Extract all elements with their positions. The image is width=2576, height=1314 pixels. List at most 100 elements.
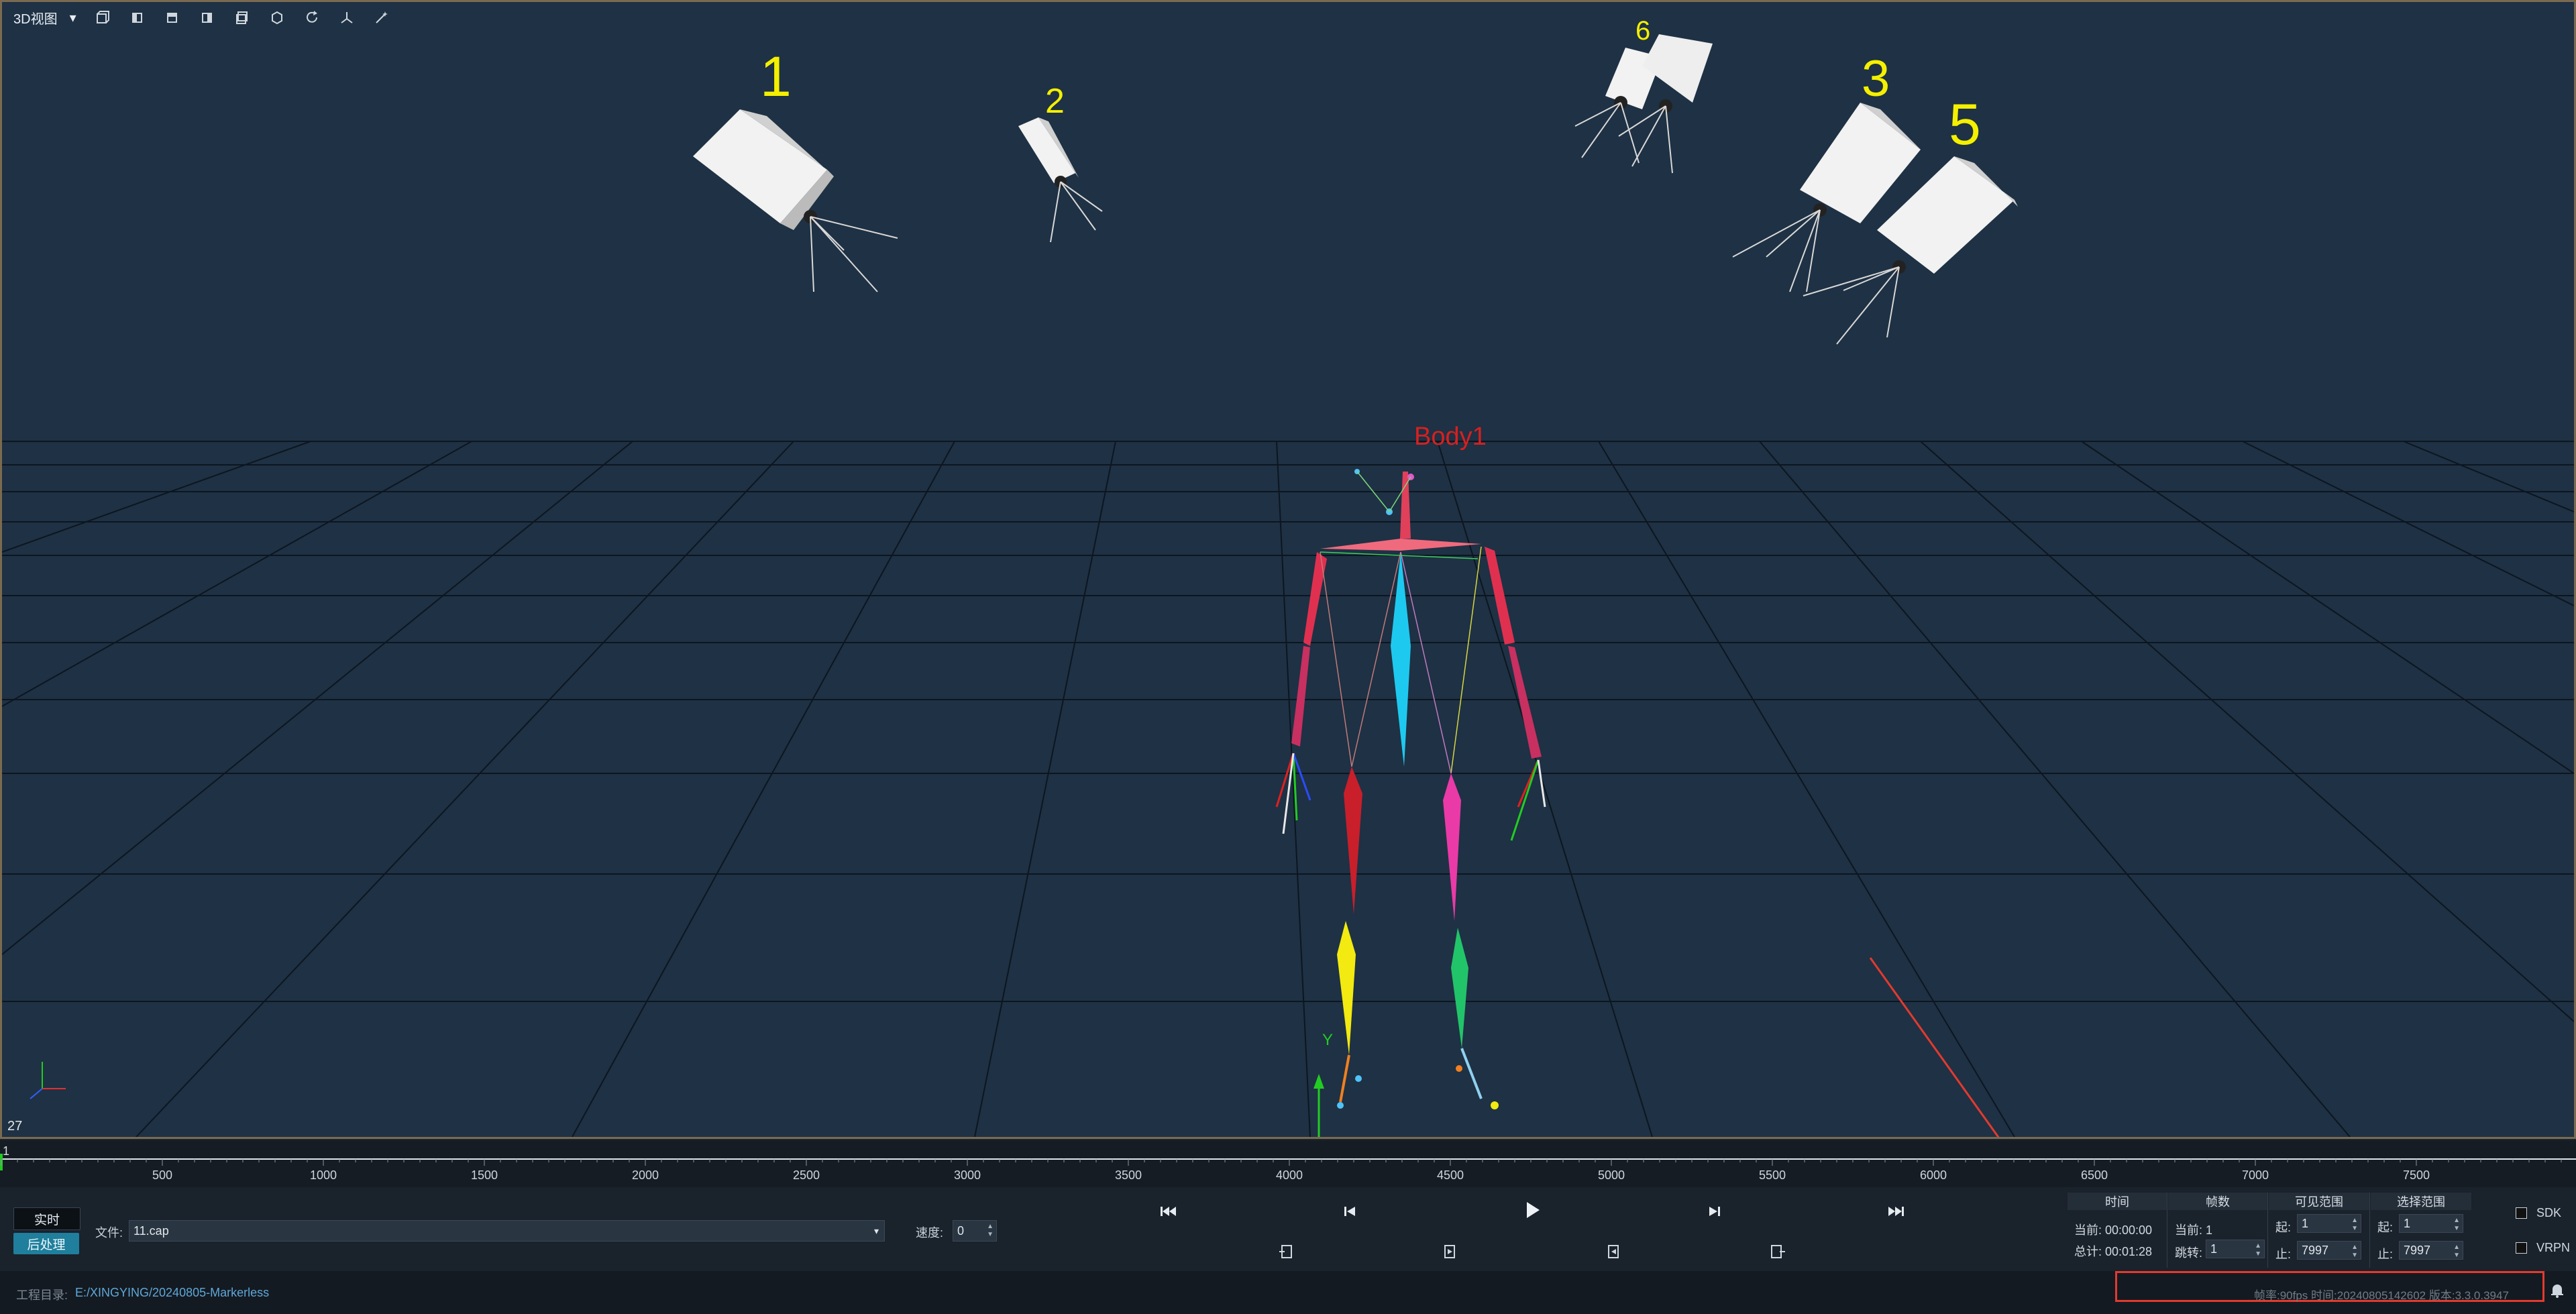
timeline-tick-label: 1500 [471, 1168, 498, 1182]
annotation-arrow [1869, 957, 2000, 1137]
view-back-button[interactable] [233, 9, 251, 26]
reset-view-button[interactable] [303, 9, 321, 26]
file-select[interactable]: 11.cap ▾ [129, 1220, 885, 1242]
view-iso-button[interactable] [268, 9, 286, 26]
camera-2[interactable]: 2 [1018, 82, 1103, 243]
view-left-button[interactable] [129, 9, 146, 26]
cube-top-icon [166, 13, 177, 23]
vrpn-checkbox[interactable]: VRPN [2516, 1241, 2570, 1255]
go-to-start-button[interactable] [1155, 1198, 1182, 1225]
timeline-tick-label: 5000 [1598, 1168, 1625, 1182]
timeline-tick-label: 500 [152, 1168, 172, 1182]
time-header: 时间 [2068, 1193, 2167, 1210]
visible-start-value: 1 [2302, 1216, 2309, 1230]
axis-y-label: Y [1322, 1031, 1333, 1049]
view-mode-select[interactable]: 3D视图 ▾ [13, 8, 76, 28]
visible-end-stepper[interactable]: 7997 ▲ ▼ [2297, 1241, 2361, 1260]
select-end-value: 7997 [2404, 1243, 2431, 1257]
marker-out-icon [1608, 1245, 1619, 1258]
3d-viewport[interactable]: 1 2 6 3 5 Body1 Y 3D视图 ▾ 27 [0, 0, 2576, 1139]
stepper-arrows-icon: ▲ ▼ [987, 1223, 994, 1238]
auto-calibrate-button[interactable] [373, 9, 390, 26]
view-right-button[interactable] [199, 9, 216, 26]
refresh-icon [306, 11, 317, 23]
play-button[interactable] [1519, 1197, 1546, 1223]
world-axis: Y [1313, 1031, 1333, 1137]
speed-stepper[interactable]: 0 ▲ ▼ [953, 1220, 997, 1242]
viewport-toolbar: 3D视图 ▾ [4, 4, 443, 31]
marker-end-icon [1771, 1245, 1785, 1258]
visible-range-header: 可见范围 [2269, 1193, 2369, 1210]
cube-front-icon [96, 11, 109, 23]
select-end-stepper[interactable]: 7997 ▲ ▼ [2399, 1241, 2463, 1260]
timeline-tick-label: 2000 [632, 1168, 659, 1182]
view-top-button[interactable] [164, 9, 181, 26]
timeline-tick-label: 3000 [954, 1168, 981, 1182]
set-end-marker-button[interactable] [1766, 1241, 1788, 1262]
set-start-marker-button[interactable] [1277, 1241, 1298, 1262]
timeline-tick-label: 5500 [1759, 1168, 1786, 1182]
speed-label: 速度: [916, 1226, 944, 1240]
select-start-label: 起: [2377, 1221, 2394, 1234]
axis-icon [341, 12, 353, 23]
project-dir-label: 工程目录: [16, 1289, 68, 1302]
step-forward-icon [1709, 1207, 1720, 1216]
view-front-button[interactable] [94, 9, 111, 26]
camera-6[interactable]: 6 [1574, 16, 1713, 174]
stepper-arrows-icon: ▲ ▼ [2351, 1217, 2358, 1232]
cube-right-icon [201, 13, 212, 23]
stepper-arrows-icon: ▲ ▼ [2453, 1244, 2460, 1259]
select-range-column: 选择范围 起: 1 ▲ ▼ 止: 7997 ▲ ▼ [2371, 1193, 2471, 1268]
timeline-tick-label: 3500 [1115, 1168, 1142, 1182]
timeline-tick-label: 7500 [2403, 1168, 2430, 1182]
visible-range-column: 可见范围 起: 1 ▲ ▼ 止: 7997 ▲ ▼ [2269, 1193, 2370, 1268]
stepper-arrows-icon: ▲ ▼ [2351, 1244, 2358, 1259]
set-out-point-button[interactable] [1603, 1241, 1625, 1262]
set-in-point-button[interactable] [1440, 1241, 1461, 1262]
select-end-label: 止: [2377, 1248, 2394, 1261]
jump-label: 跳转: [2175, 1246, 2203, 1260]
visible-start-stepper[interactable]: 1 ▲ ▼ [2297, 1214, 2361, 1233]
timeline-ruler[interactable]: 500 1000 1500 2000 2500 3000 3500 4000 4500 5000 5… [0, 1140, 2576, 1187]
corner-frame-number: 27 [7, 1119, 23, 1134]
timeline-tick-label: 1000 [310, 1168, 337, 1182]
skeleton-body1[interactable]: Body1 [1275, 423, 1546, 1109]
file-label: 文件: [95, 1226, 123, 1240]
axis-toggle-button[interactable] [338, 9, 356, 26]
previous-frame-button[interactable] [1337, 1198, 1364, 1225]
checkbox-icon [2516, 1242, 2527, 1254]
play-icon [1527, 1202, 1540, 1218]
next-frame-button[interactable] [1701, 1198, 1727, 1225]
timeline-tick-label: 7000 [2242, 1168, 2269, 1182]
camera-3[interactable]: 3 [1732, 50, 1927, 292]
chevron-down-icon: ▾ [69, 10, 76, 25]
project-dir-path[interactable]: E:/XINGYING/20240805-Markerless [75, 1286, 269, 1300]
go-to-end-button[interactable] [1882, 1198, 1909, 1225]
timeline[interactable]: 1 500 1000 1500 2000 2500 3000 3500 4000 4500 500… [0, 1140, 2576, 1187]
cube-left-icon [131, 13, 142, 23]
notification-bell-button[interactable] [2548, 1280, 2567, 1299]
camera-1[interactable]: 1 [693, 45, 898, 292]
camera-5[interactable]: 5 [1803, 93, 2018, 345]
scene-canvas[interactable]: 1 2 6 3 5 Body1 Y [2, 2, 2574, 1137]
checkbox-icon [2516, 1207, 2527, 1219]
realtime-button[interactable]: 实时 [13, 1207, 80, 1230]
sdk-checkbox[interactable]: SDK [2516, 1206, 2561, 1220]
camera-2-label: 2 [1045, 82, 1065, 121]
post-process-button[interactable]: 后处理 [13, 1233, 79, 1254]
jump-stepper[interactable]: 1 ▲ ▼ [2206, 1240, 2265, 1258]
stepper-arrows-icon: ▲ ▼ [2453, 1217, 2460, 1232]
camera-6-label: 6 [1635, 16, 1650, 46]
status-bar: 工程目录: E:/XINGYING/20240805-Markerless 帧率… [0, 1271, 2576, 1314]
sdk-label: SDK [2536, 1206, 2562, 1219]
time-total: 总计: 00:01:28 [2074, 1245, 2153, 1258]
select-start-stepper[interactable]: 1 ▲ ▼ [2399, 1214, 2463, 1233]
visible-start-label: 起: [2275, 1221, 2292, 1234]
bell-icon [2551, 1284, 2563, 1298]
marker-in-icon [1444, 1245, 1455, 1258]
timeline-tick-label: 6000 [1920, 1168, 1947, 1182]
timeline-tick-label: 2500 [793, 1168, 820, 1182]
timeline-start-frame: 1 [3, 1144, 10, 1158]
orientation-gizmo-icon [30, 1062, 66, 1099]
select-start-value: 1 [2404, 1216, 2411, 1230]
